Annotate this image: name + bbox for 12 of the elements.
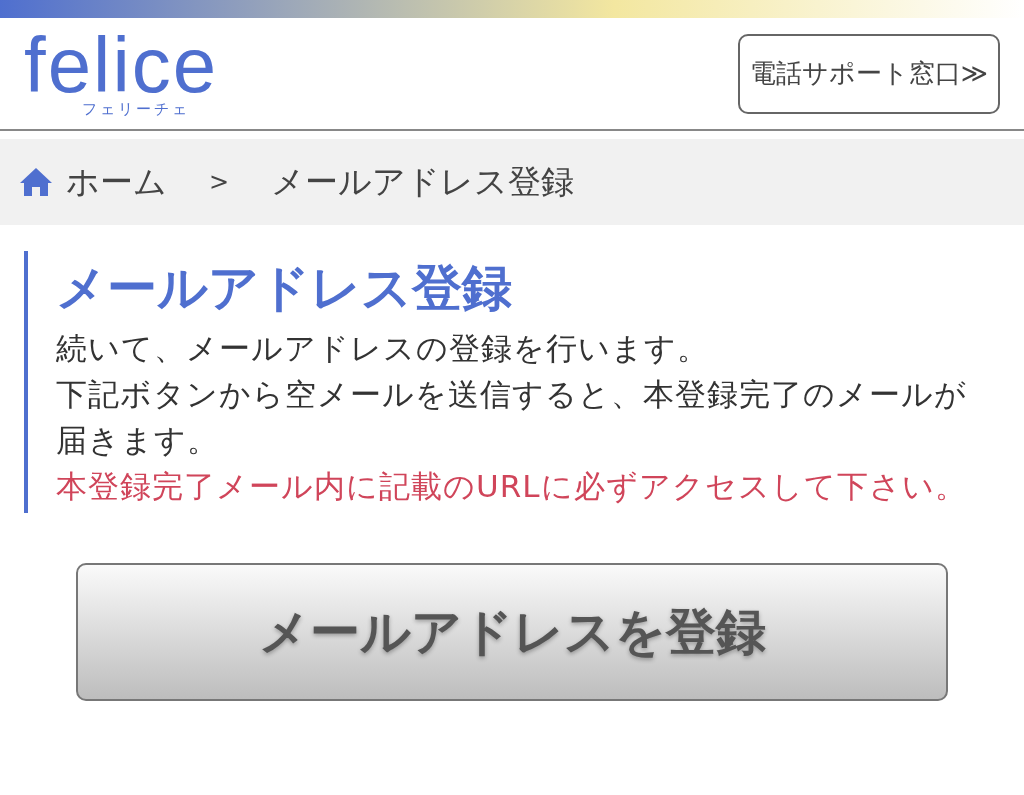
page-title: メールアドレス登録 xyxy=(56,258,513,319)
support-button[interactable]: 電話サポート窓口≫ xyxy=(737,33,1000,114)
breadcrumb-current: メールアドレス登録 xyxy=(271,161,575,204)
paragraph: 続いて、メールアドレスの登録を行います。 xyxy=(56,329,710,368)
home-icon xyxy=(18,166,54,198)
logo: felice xyxy=(24,29,219,100)
breadcrumb-separator: > xyxy=(209,167,230,198)
breadcrumb-link[interactable]: ホーム xyxy=(66,157,167,207)
logo-subtitle: フェリーチェ xyxy=(82,99,191,118)
register-button[interactable]: メールアドレスを登録 xyxy=(76,563,948,701)
paragraph: 本登録完了メール内に記載のURLに必ずアクセスして下さい。 xyxy=(56,467,968,506)
paragraph: 下記ボタンから空メールを送信すると、本登録完了のメールが届きます。 xyxy=(56,375,968,460)
